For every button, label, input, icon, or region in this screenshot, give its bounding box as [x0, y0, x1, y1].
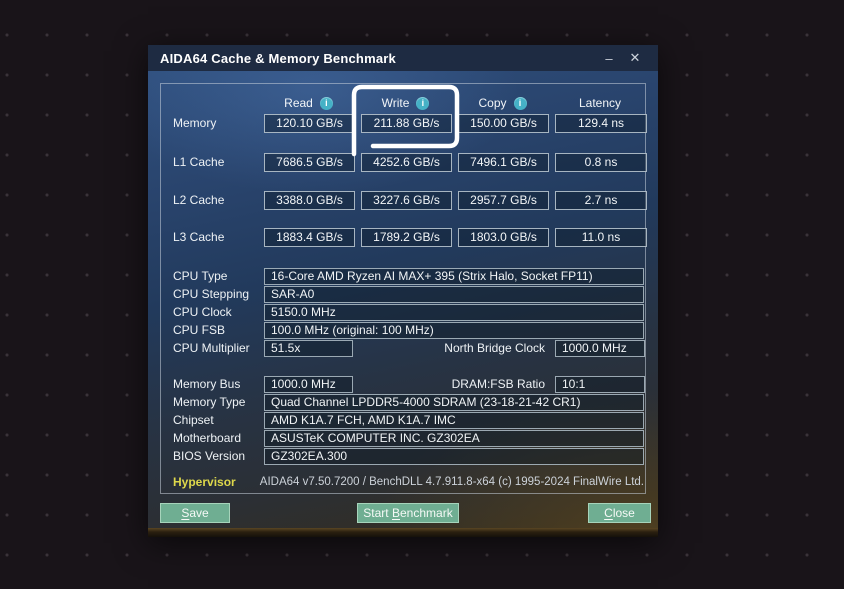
- l2-copy-value: 2957.7 GB/s: [458, 191, 549, 210]
- benchmark-panel: Read i Write i Copy i Latency: [160, 83, 646, 494]
- hypervisor-label: Hypervisor: [173, 474, 236, 490]
- field-label: CPU Stepping: [173, 286, 249, 303]
- memory-type-value: Quad Channel LPDDR5-4000 SDRAM (23-18-21…: [264, 394, 644, 411]
- start-button-label: enchmark: [400, 506, 453, 520]
- bios-version-value: GZ302EA.300: [264, 448, 644, 465]
- field-row-cpu-fsb: CPU FSB 100.0 MHz (original: 100 MHz): [161, 322, 645, 339]
- cpu-stepping-value: SAR-A0: [264, 286, 644, 303]
- l3-latency-value: 11.0 ns: [555, 228, 647, 247]
- close-icon: ✕: [630, 50, 641, 66]
- l3-copy-value: 1803.0 GB/s: [458, 228, 549, 247]
- save-button[interactable]: Save: [160, 503, 230, 523]
- field-label: Memory Type: [173, 394, 245, 411]
- field-label: CPU Clock: [173, 304, 232, 321]
- field-label: CPU Type: [173, 268, 227, 285]
- field-row-motherboard: Motherboard ASUSTeK COMPUTER INC. GZ302E…: [161, 430, 645, 447]
- field-row-memory-type: Memory Type Quad Channel LPDDR5-4000 SDR…: [161, 394, 645, 411]
- row-label: Memory: [173, 114, 216, 133]
- column-header-write: Write i: [361, 93, 450, 113]
- row-label: L3 Cache: [173, 228, 224, 247]
- cpu-type-value: 16-Core AMD Ryzen AI MAX+ 395 (Strix Hal…: [264, 268, 644, 285]
- dialog-content: Read i Write i Copy i Latency: [148, 71, 658, 537]
- window-titlebar[interactable]: AIDA64 Cache & Memory Benchmark – ✕: [148, 45, 658, 71]
- cpu-fsb-value: 100.0 MHz (original: 100 MHz): [264, 322, 644, 339]
- table-row-l2-cache: L2 Cache 3388.0 GB/s 3227.6 GB/s 2957.7 …: [161, 191, 645, 210]
- field-row-bios-version: BIOS Version GZ302EA.300: [161, 448, 645, 465]
- l1-copy-value: 7496.1 GB/s: [458, 153, 549, 172]
- column-header-latency: Latency: [555, 93, 645, 113]
- dram-fsb-ratio-label: DRAM:FSB Ratio: [361, 376, 545, 393]
- save-button-label: ave: [189, 506, 208, 520]
- field-row-cpu-multiplier: CPU Multiplier 51.5x North Bridge Clock …: [161, 340, 645, 357]
- table-row-memory: Memory 120.10 GB/s 211.88 GB/s 150.00 GB…: [161, 114, 645, 133]
- cpu-clock-value: 5150.0 MHz: [264, 304, 644, 321]
- field-label: CPU Multiplier: [173, 340, 250, 357]
- field-label: CPU FSB: [173, 322, 225, 339]
- north-bridge-clock-value: 1000.0 MHz: [555, 340, 645, 357]
- l2-write-value: 3227.6 GB/s: [361, 191, 452, 210]
- minimize-icon: –: [605, 51, 612, 66]
- row-label: L2 Cache: [173, 191, 224, 210]
- l1-write-value: 4252.6 GB/s: [361, 153, 452, 172]
- memory-copy-value: 150.00 GB/s: [458, 114, 549, 133]
- field-label: Chipset: [173, 412, 214, 429]
- info-icon[interactable]: i: [320, 97, 333, 110]
- write-column-label: Write: [382, 96, 410, 110]
- window-bottom-strip: [148, 528, 658, 537]
- version-text: AIDA64 v7.50.7200 / BenchDLL 4.7.911.8-x…: [260, 474, 644, 490]
- table-row-l3-cache: L3 Cache 1883.4 GB/s 1789.2 GB/s 1803.0 …: [161, 228, 645, 247]
- minimize-button[interactable]: –: [596, 47, 622, 69]
- memory-latency-value: 129.4 ns: [555, 114, 647, 133]
- copy-column-label: Copy: [478, 96, 506, 110]
- window-title: AIDA64 Cache & Memory Benchmark: [160, 51, 596, 66]
- benchmark-header-row: Read i Write i Copy i Latency: [161, 93, 645, 113]
- field-label: Motherboard: [173, 430, 241, 447]
- close-button-key: C: [604, 506, 613, 520]
- dram-fsb-ratio-value: 10:1: [555, 376, 645, 393]
- start-button-key: B: [392, 506, 400, 520]
- start-benchmark-button[interactable]: Start Benchmark: [357, 503, 459, 523]
- read-column-label: Read: [284, 96, 313, 110]
- l1-read-value: 7686.5 GB/s: [264, 153, 355, 172]
- table-row-l1-cache: L1 Cache 7686.5 GB/s 4252.6 GB/s 7496.1 …: [161, 153, 645, 172]
- l2-latency-value: 2.7 ns: [555, 191, 647, 210]
- l3-write-value: 1789.2 GB/s: [361, 228, 452, 247]
- memory-write-value: 211.88 GB/s: [361, 114, 452, 133]
- footer-row: Hypervisor AIDA64 v7.50.7200 / BenchDLL …: [161, 474, 645, 490]
- field-row-cpu-stepping: CPU Stepping SAR-A0: [161, 286, 645, 303]
- memory-bus-value: 1000.0 MHz: [264, 376, 353, 393]
- field-row-chipset: Chipset AMD K1A.7 FCH, AMD K1A.7 IMC: [161, 412, 645, 429]
- aida64-benchmark-window: AIDA64 Cache & Memory Benchmark – ✕ Read…: [148, 45, 658, 537]
- l3-read-value: 1883.4 GB/s: [264, 228, 355, 247]
- info-icon[interactable]: i: [514, 97, 527, 110]
- l1-latency-value: 0.8 ns: [555, 153, 647, 172]
- info-icon[interactable]: i: [416, 97, 429, 110]
- latency-column-label: Latency: [579, 96, 621, 110]
- field-label: BIOS Version: [173, 448, 245, 465]
- field-row-cpu-clock: CPU Clock 5150.0 MHz: [161, 304, 645, 321]
- column-header-read: Read i: [264, 93, 353, 113]
- field-row-memory-bus: Memory Bus 1000.0 MHz DRAM:FSB Ratio 10:…: [161, 376, 645, 393]
- close-dialog-button[interactable]: Close: [588, 503, 651, 523]
- north-bridge-clock-label: North Bridge Clock: [361, 340, 545, 357]
- row-label: L1 Cache: [173, 153, 224, 172]
- column-header-copy: Copy i: [458, 93, 547, 113]
- start-button-prefix: Start: [363, 506, 392, 520]
- close-button-label: lose: [613, 506, 635, 520]
- cpu-multiplier-value: 51.5x: [264, 340, 353, 357]
- motherboard-value: ASUSTeK COMPUTER INC. GZ302EA: [264, 430, 644, 447]
- save-button-key: S: [181, 506, 189, 520]
- field-label: Memory Bus: [173, 376, 240, 393]
- l2-read-value: 3388.0 GB/s: [264, 191, 355, 210]
- field-row-cpu-type: CPU Type 16-Core AMD Ryzen AI MAX+ 395 (…: [161, 268, 645, 285]
- close-button[interactable]: ✕: [622, 47, 648, 69]
- memory-read-value: 120.10 GB/s: [264, 114, 355, 133]
- chipset-value: AMD K1A.7 FCH, AMD K1A.7 IMC: [264, 412, 644, 429]
